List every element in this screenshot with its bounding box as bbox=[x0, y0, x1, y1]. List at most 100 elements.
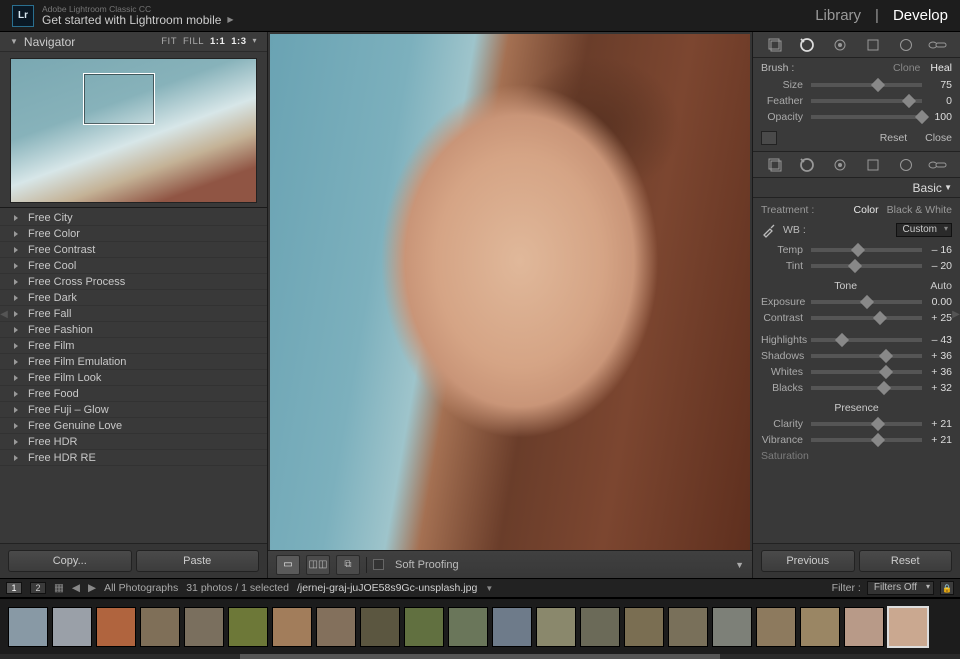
filmstrip-thumb[interactable] bbox=[668, 607, 708, 647]
reset-button[interactable]: Reset bbox=[859, 550, 953, 572]
filmstrip-thumb[interactable] bbox=[228, 607, 268, 647]
left-panel-collapse-icon[interactable]: ◀ bbox=[0, 300, 8, 328]
filmstrip-thumb[interactable] bbox=[536, 607, 576, 647]
filmstrip-thumb[interactable] bbox=[272, 607, 312, 647]
secondary-display-1[interactable]: 1 bbox=[6, 582, 22, 594]
filmstrip[interactable] bbox=[0, 598, 960, 654]
previous-button[interactable]: Previous bbox=[761, 550, 855, 572]
zoom-menu-icon[interactable]: ▾ bbox=[252, 36, 257, 47]
basic-header[interactable]: Basic ▼ bbox=[753, 178, 960, 198]
spot-heal-tool-icon-2[interactable] bbox=[796, 156, 818, 174]
crop-tool-icon[interactable] bbox=[764, 36, 786, 54]
preset-item[interactable]: Free Genuine Love bbox=[0, 418, 267, 434]
filmstrip-thumb[interactable] bbox=[712, 607, 752, 647]
filmstrip-scrollbar[interactable] bbox=[0, 654, 960, 659]
filmstrip-thumb[interactable] bbox=[448, 607, 488, 647]
filmstrip-thumb[interactable] bbox=[756, 607, 796, 647]
radial-filter-tool-icon-2[interactable] bbox=[895, 156, 917, 174]
preset-item[interactable]: Free HDR RE bbox=[0, 450, 267, 466]
visualize-spots-toggle[interactable] bbox=[761, 131, 777, 145]
brush-reset-link[interactable]: Reset bbox=[880, 132, 907, 144]
brush-tool-icon-2[interactable] bbox=[927, 156, 949, 174]
secondary-display-2[interactable]: 2 bbox=[30, 582, 46, 594]
filter-lock-icon[interactable]: 🔒 bbox=[940, 581, 954, 595]
preset-item[interactable]: Free Fall bbox=[0, 306, 267, 322]
preset-item[interactable]: Free Fashion bbox=[0, 322, 267, 338]
preset-item[interactable]: Free City bbox=[0, 210, 267, 226]
before-after-lr-icon[interactable]: ◫◫ bbox=[306, 555, 330, 575]
brush-mode-heal[interactable]: Heal bbox=[930, 62, 952, 74]
preset-item[interactable]: Free Food bbox=[0, 386, 267, 402]
module-library[interactable]: Library bbox=[815, 7, 861, 24]
preset-item[interactable]: Free Cool bbox=[0, 258, 267, 274]
filmstrip-thumb[interactable] bbox=[8, 607, 48, 647]
main-photo[interactable] bbox=[270, 34, 750, 550]
zoom-1to1[interactable]: 1:1 bbox=[210, 36, 225, 47]
preset-item[interactable]: Free Dark bbox=[0, 290, 267, 306]
zoom-ratio[interactable]: 1:3 bbox=[231, 36, 246, 47]
tint-slider[interactable] bbox=[811, 264, 922, 268]
filmstrip-thumb[interactable] bbox=[184, 607, 224, 647]
exposure-slider[interactable] bbox=[811, 300, 922, 304]
promo-link[interactable]: Get started with Lightroom mobile bbox=[42, 14, 221, 27]
redeye-tool-icon-2[interactable] bbox=[829, 156, 851, 174]
tone-auto-link[interactable]: Auto bbox=[930, 280, 952, 292]
filter-select[interactable]: Filters Off bbox=[867, 581, 934, 595]
spot-heal-tool-icon[interactable] bbox=[796, 36, 818, 54]
brush-close-link[interactable]: Close bbox=[925, 132, 952, 144]
filmstrip-thumb[interactable] bbox=[404, 607, 444, 647]
size-slider[interactable] bbox=[811, 83, 922, 87]
filmstrip-thumb[interactable] bbox=[844, 607, 884, 647]
preset-item[interactable]: Free Film Emulation bbox=[0, 354, 267, 370]
zoom-fit[interactable]: FIT bbox=[161, 36, 177, 47]
filmstrip-thumb[interactable] bbox=[888, 607, 928, 647]
toolbar-menu-icon[interactable]: ▼ bbox=[735, 560, 744, 570]
preset-item[interactable]: Free Film Look bbox=[0, 370, 267, 386]
eyedropper-icon[interactable] bbox=[761, 222, 777, 238]
wb-select[interactable]: Custom bbox=[896, 223, 952, 237]
feather-slider[interactable] bbox=[811, 99, 922, 103]
navigator-crop-rect[interactable] bbox=[83, 73, 155, 125]
preset-item[interactable]: Free HDR bbox=[0, 434, 267, 450]
copy-button[interactable]: Copy... bbox=[8, 550, 132, 572]
soft-proof-checkbox[interactable] bbox=[373, 559, 384, 570]
grid-view-icon[interactable]: ▦ bbox=[54, 582, 64, 594]
filmstrip-thumb[interactable] bbox=[316, 607, 356, 647]
filename-menu-icon[interactable]: ▼ bbox=[485, 584, 493, 593]
filmstrip-thumb[interactable] bbox=[624, 607, 664, 647]
nav-fwd-icon[interactable]: ▶ bbox=[88, 582, 96, 594]
opacity-slider[interactable] bbox=[811, 115, 922, 119]
module-develop[interactable]: Develop bbox=[893, 7, 948, 24]
preset-item[interactable]: Free Fuji – Glow bbox=[0, 402, 267, 418]
redeye-tool-icon[interactable] bbox=[829, 36, 851, 54]
treatment-bw[interactable]: Black & White bbox=[887, 204, 952, 216]
preset-item[interactable]: Free Film bbox=[0, 338, 267, 354]
filmstrip-thumb[interactable] bbox=[360, 607, 400, 647]
filmstrip-thumb[interactable] bbox=[52, 607, 92, 647]
grad-filter-tool-icon-2[interactable] bbox=[862, 156, 884, 174]
preset-item[interactable]: Free Cross Process bbox=[0, 274, 267, 290]
navigator-header[interactable]: ▼ Navigator FIT FILL 1:1 1:3 ▾ bbox=[0, 32, 267, 52]
before-after-tb-icon[interactable]: ⧉ bbox=[336, 555, 360, 575]
nav-back-icon[interactable]: ◀ bbox=[72, 582, 80, 594]
preset-item[interactable]: Free Contrast bbox=[0, 242, 267, 258]
shadows-slider[interactable] bbox=[811, 354, 922, 358]
preset-item[interactable]: Free Color bbox=[0, 226, 267, 242]
paste-button[interactable]: Paste bbox=[136, 550, 260, 572]
contrast-slider[interactable] bbox=[811, 316, 922, 320]
blacks-slider[interactable] bbox=[811, 386, 922, 390]
right-panel-collapse-icon[interactable]: ▶ bbox=[952, 300, 960, 328]
crop-tool-icon-2[interactable] bbox=[764, 156, 786, 174]
radial-filter-tool-icon[interactable] bbox=[895, 36, 917, 54]
filmstrip-thumb[interactable] bbox=[800, 607, 840, 647]
zoom-fill[interactable]: FILL bbox=[183, 36, 204, 47]
clarity-slider[interactable] bbox=[811, 422, 922, 426]
vibrance-slider[interactable] bbox=[811, 438, 922, 442]
filmstrip-thumb[interactable] bbox=[492, 607, 532, 647]
brush-mode-clone[interactable]: Clone bbox=[893, 62, 920, 74]
whites-slider[interactable] bbox=[811, 370, 922, 374]
collection-name[interactable]: All Photographs bbox=[104, 582, 178, 594]
navigator-preview[interactable] bbox=[10, 58, 257, 203]
filmstrip-thumb[interactable] bbox=[96, 607, 136, 647]
treatment-color[interactable]: Color bbox=[854, 204, 879, 216]
